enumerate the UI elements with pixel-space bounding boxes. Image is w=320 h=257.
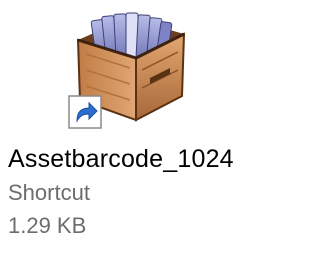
file-size: 1.29 KB xyxy=(8,213,87,238)
file-name[interactable]: Assetbarcode_1024 xyxy=(8,145,234,174)
file-type: Shortcut xyxy=(8,180,90,205)
shortcut-arrow-icon xyxy=(68,95,102,129)
file-item[interactable]: Assetbarcode_1024 Shortcut 1.29 KB xyxy=(0,0,269,257)
